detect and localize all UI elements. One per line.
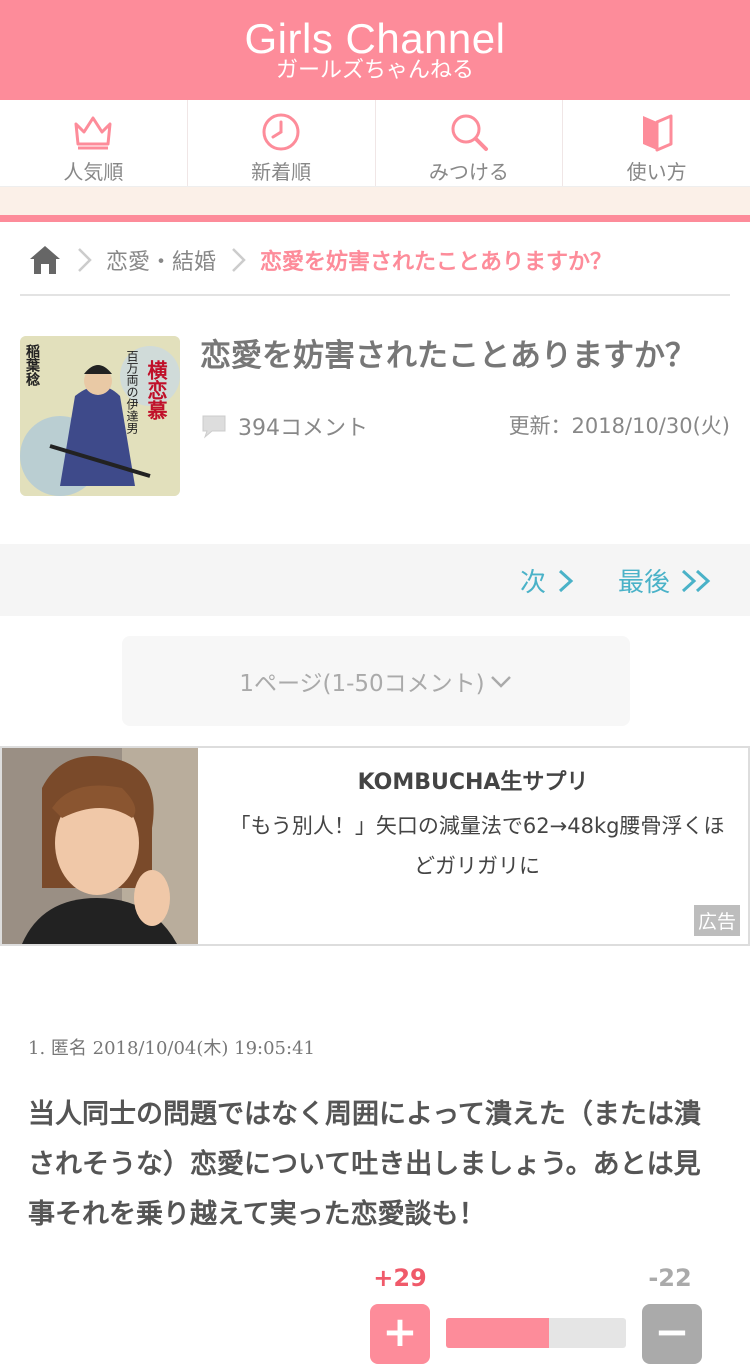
plus-icon: + xyxy=(382,1307,418,1356)
clock-icon xyxy=(262,113,300,151)
vote-ratio-fill xyxy=(446,1318,549,1348)
site-header: Girls Channel ガールズちゃんねる xyxy=(0,0,750,100)
nav-item-label: 使い方 xyxy=(626,160,687,184)
nav-item-howto[interactable]: 使い方 xyxy=(563,100,750,186)
breadcrumb-current: 恋愛を妨害されたことありますか？ xyxy=(260,250,613,275)
topic-title: 恋愛を妨害されたことありますか？ xyxy=(200,338,696,374)
plus-vote-count: +29 xyxy=(373,1264,427,1292)
minus-icon: − xyxy=(654,1307,690,1356)
book-cover-image: 横恋慕 百万両の伊達男 稲葉稔 xyxy=(20,336,180,496)
speech-bubble-icon xyxy=(202,415,226,439)
last-page-label: 最後 xyxy=(618,568,671,598)
ad-body: 「もう別人！」矢口の減量法で62→48kg腰骨浮くほどガリガリに xyxy=(229,814,725,878)
home-icon[interactable] xyxy=(28,243,62,277)
site-logo[interactable]: Girls Channel xyxy=(0,16,750,62)
chevron-down-icon xyxy=(490,676,511,688)
vote-ratio-bar xyxy=(446,1318,626,1348)
next-page-link[interactable]: 次 xyxy=(520,562,576,599)
page-select-dropdown[interactable]: 1ページ(1-50コメント) xyxy=(122,636,630,726)
breadcrumb: 恋愛・結婚 恋愛を妨害されたことありますか？ xyxy=(28,236,730,284)
ad-banner[interactable]: KOMBUCHA生サプリ 「もう別人！」矢口の減量法で62→48kg腰骨浮くほど… xyxy=(0,746,750,946)
nav-item-label: 人気順 xyxy=(63,160,124,184)
book-icon xyxy=(642,114,673,152)
nav-item-new[interactable]: 新着順 xyxy=(188,100,376,186)
comment-meta: 1. 匿名 2018/10/04(木) 19:05:41 xyxy=(28,1038,315,1059)
next-page-label: 次 xyxy=(520,568,547,598)
minus-vote-button[interactable]: − xyxy=(642,1304,702,1364)
search-icon xyxy=(451,114,488,151)
comment-count-label: 394コメント xyxy=(238,416,368,441)
ad-badge: 広告 xyxy=(693,905,740,936)
page-select-value: 1ページ(1-50コメント) xyxy=(239,671,485,697)
updated-date: 更新：2018/10/30(火) xyxy=(508,414,730,438)
comment-body: 当人同士の問題ではなく周囲によって潰えた（または潰されそうな）恋愛について吐き出… xyxy=(28,1099,701,1230)
cover-author: 稲葉稔 xyxy=(24,343,41,387)
ad-image xyxy=(2,748,198,944)
double-chevron-right-icon xyxy=(682,569,711,592)
topic-thumbnail: 横恋慕 百万両の伊達男 稲葉稔 xyxy=(20,336,180,496)
ad-title: KOMBUCHA生サプリ xyxy=(357,770,589,795)
nav-item-label: みつける xyxy=(428,160,509,184)
chevron-right-icon xyxy=(559,569,574,592)
breadcrumb-category[interactable]: 恋愛・結婚 xyxy=(106,244,216,276)
crown-icon xyxy=(74,116,112,150)
chevron-right-icon xyxy=(78,248,92,272)
site-logo-subtitle: ガールズちゃんねる xyxy=(275,58,474,83)
chevron-right-icon xyxy=(232,248,246,272)
pager-bar: 次 最後 xyxy=(0,544,750,616)
comment-count[interactable]: 394コメント xyxy=(200,410,368,442)
header-divider-stripe xyxy=(0,187,750,222)
nav-item-label: 新着順 xyxy=(251,160,312,184)
plus-vote-button[interactable]: + xyxy=(370,1304,430,1364)
divider xyxy=(20,294,730,296)
last-page-link[interactable]: 最後 xyxy=(618,562,714,599)
nav-item-popular[interactable]: 人気順 xyxy=(0,100,188,186)
main-nav: 人気順 新着順 みつける 使い方 xyxy=(0,100,750,187)
minus-vote-count: -22 xyxy=(648,1264,692,1292)
nav-item-find[interactable]: みつける xyxy=(376,100,564,186)
cover-title: 横恋慕 xyxy=(144,359,168,421)
cover-series: 百万両の伊達男 xyxy=(125,350,139,434)
